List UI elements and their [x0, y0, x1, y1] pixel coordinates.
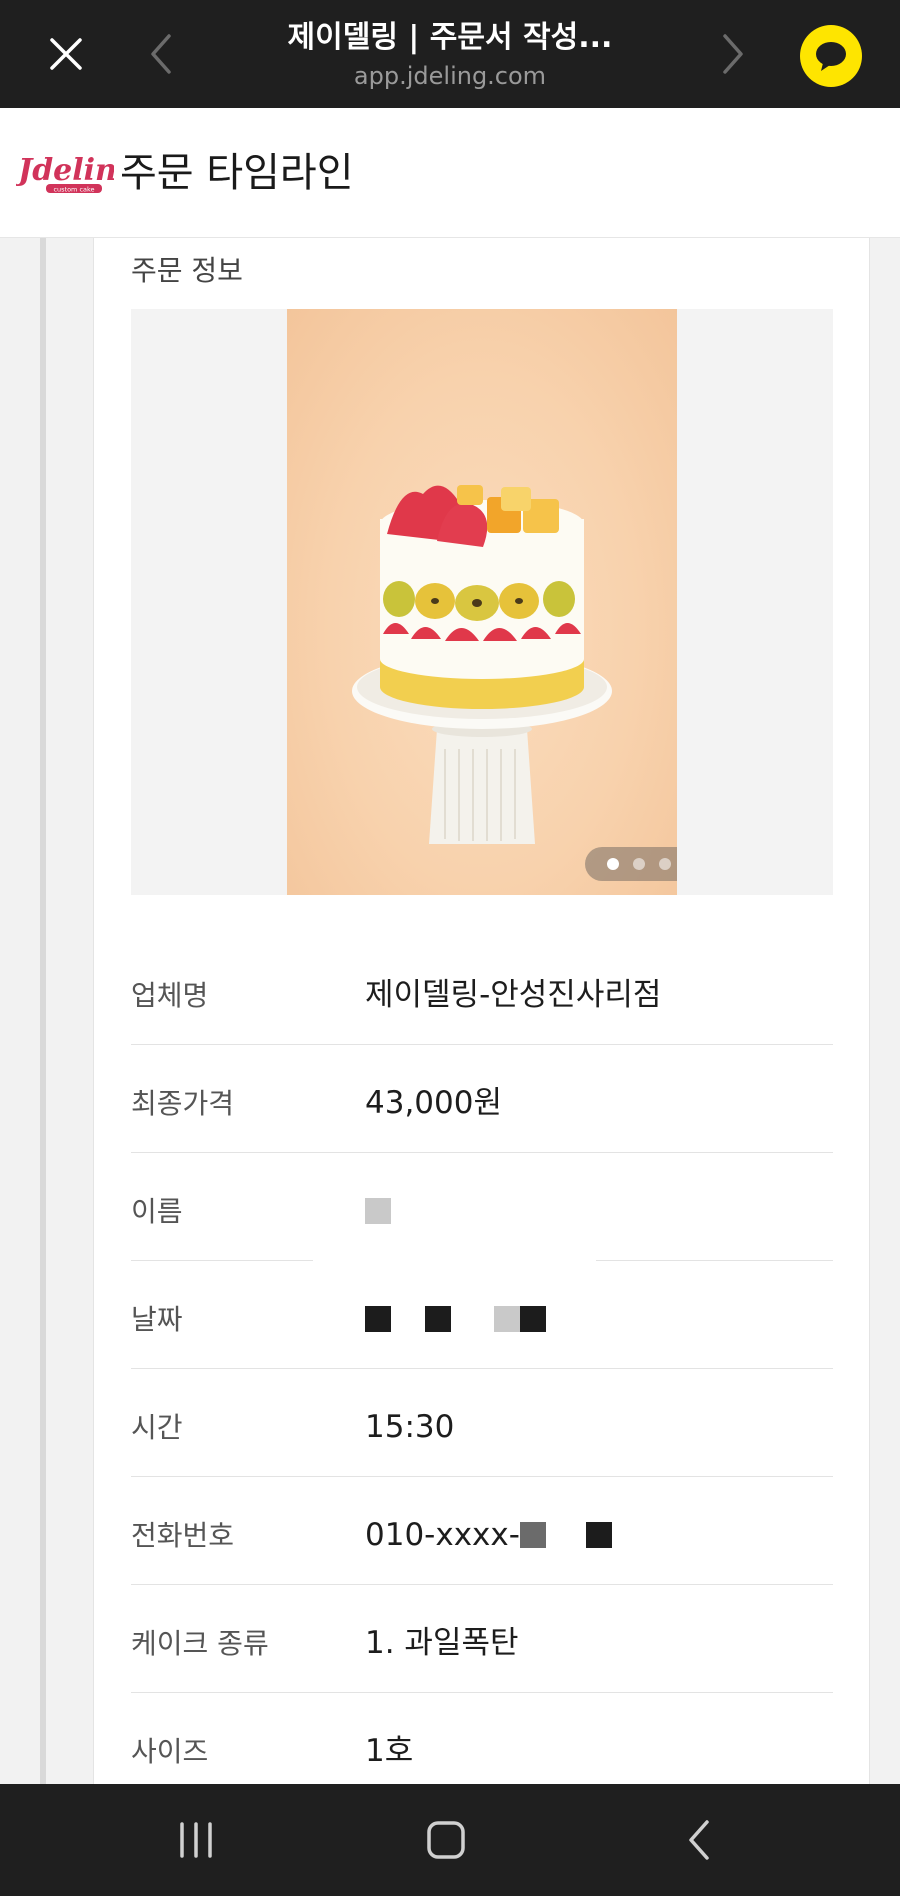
browser-title-area: 제이델링 | 주문서 작성... app.jdeling.com	[200, 18, 700, 92]
carousel-indicator[interactable]	[585, 847, 677, 881]
browser-toolbar: 제이델링 | 주문서 작성... app.jdeling.com	[0, 0, 900, 108]
detail-row-store: 업체명 제이델링-안성진사리점	[131, 937, 833, 1045]
detail-value: 제이델링-안성진사리점	[365, 977, 662, 1013]
redacted-block	[424, 1306, 451, 1332]
detail-label: 날짜	[131, 1303, 183, 1336]
detail-row-date: 날짜	[131, 1261, 833, 1369]
back-icon	[689, 1820, 709, 1860]
page-title: 제이델링 | 주문서 작성...	[287, 20, 613, 55]
system-navigation-bar	[0, 1784, 900, 1896]
detail-value: 010-xxxx-	[365, 1515, 612, 1555]
back-button[interactable]	[670, 1810, 730, 1870]
recent-apps-icon	[180, 1822, 212, 1858]
detail-value: 1호	[365, 1733, 414, 1769]
redacted-block	[520, 1306, 547, 1332]
close-icon	[50, 38, 82, 70]
home-icon	[427, 1821, 465, 1859]
detail-row-cake-type: 케이크 종류 1. 과일폭탄	[131, 1585, 833, 1693]
browser-back-button[interactable]	[132, 24, 192, 84]
detail-value	[365, 1299, 547, 1339]
home-button[interactable]	[416, 1810, 476, 1870]
detail-label: 시간	[131, 1411, 183, 1444]
redacted-block	[519, 1522, 546, 1548]
site-header: Jdeling custom cake 주문 타임라인	[0, 108, 900, 238]
detail-row-price: 최종가격 43,000원	[131, 1045, 833, 1153]
carousel-dot[interactable]	[633, 858, 645, 870]
carousel-dot[interactable]	[659, 858, 671, 870]
recent-apps-button[interactable]	[166, 1810, 226, 1870]
detail-label: 전화번호	[131, 1519, 235, 1552]
svg-text:custom cake: custom cake	[53, 186, 94, 194]
redacted-block	[585, 1522, 612, 1548]
chevron-left-icon	[151, 34, 171, 74]
detail-row-name: 이름	[131, 1153, 833, 1261]
kakaotalk-button[interactable]	[800, 25, 862, 87]
order-details: 업체명 제이델링-안성진사리점 최종가격 43,000원 이름 날짜 시간 15…	[131, 937, 833, 1784]
timeline-content[interactable]: 주문 정보 업체명 제이델링-안성진사리점 최종가격 43,000원 이름 날짜…	[0, 238, 900, 1784]
order-info-card: 주문 정보 업체명 제이델링-안성진사리점 최종가격 43,000원 이름 날짜…	[93, 238, 870, 1784]
phone-text: 010-xxxx-	[365, 1517, 520, 1553]
detail-value	[365, 1191, 391, 1231]
chevron-right-icon	[723, 34, 743, 74]
detail-row-time: 시간 15:30	[131, 1369, 833, 1477]
page-url: app.jdeling.com	[353, 62, 547, 90]
cake-photo	[287, 309, 677, 895]
redacted-block	[365, 1306, 391, 1332]
section-title: 주문 정보	[131, 254, 243, 287]
detail-row-phone: 전화번호 010-xxxx-	[131, 1477, 833, 1585]
timeline-line	[40, 238, 46, 1784]
redacted-block	[494, 1306, 521, 1332]
redacted-block	[365, 1198, 391, 1224]
detail-label: 업체명	[131, 979, 209, 1012]
jdeling-logo[interactable]: Jdeling custom cake	[13, 148, 138, 198]
carousel-dot[interactable]	[607, 858, 619, 870]
detail-value: 1. 과일폭탄	[365, 1625, 519, 1661]
detail-row-size: 사이즈 1호	[131, 1693, 833, 1784]
browser-forward-button[interactable]	[702, 24, 762, 84]
detail-value: 15:30	[365, 1409, 455, 1445]
close-button[interactable]	[36, 24, 96, 84]
svg-text:Jdeling: Jdeling	[16, 153, 114, 188]
detail-label: 케이크 종류	[131, 1627, 269, 1660]
detail-label: 이름	[131, 1195, 183, 1228]
header-title: 주문 타임라인	[120, 150, 354, 196]
detail-value: 43,000원	[365, 1085, 502, 1121]
image-carousel[interactable]	[131, 309, 833, 895]
detail-label: 최종가격	[131, 1087, 235, 1120]
detail-label: 사이즈	[131, 1735, 209, 1768]
kakaotalk-icon	[816, 42, 846, 71]
